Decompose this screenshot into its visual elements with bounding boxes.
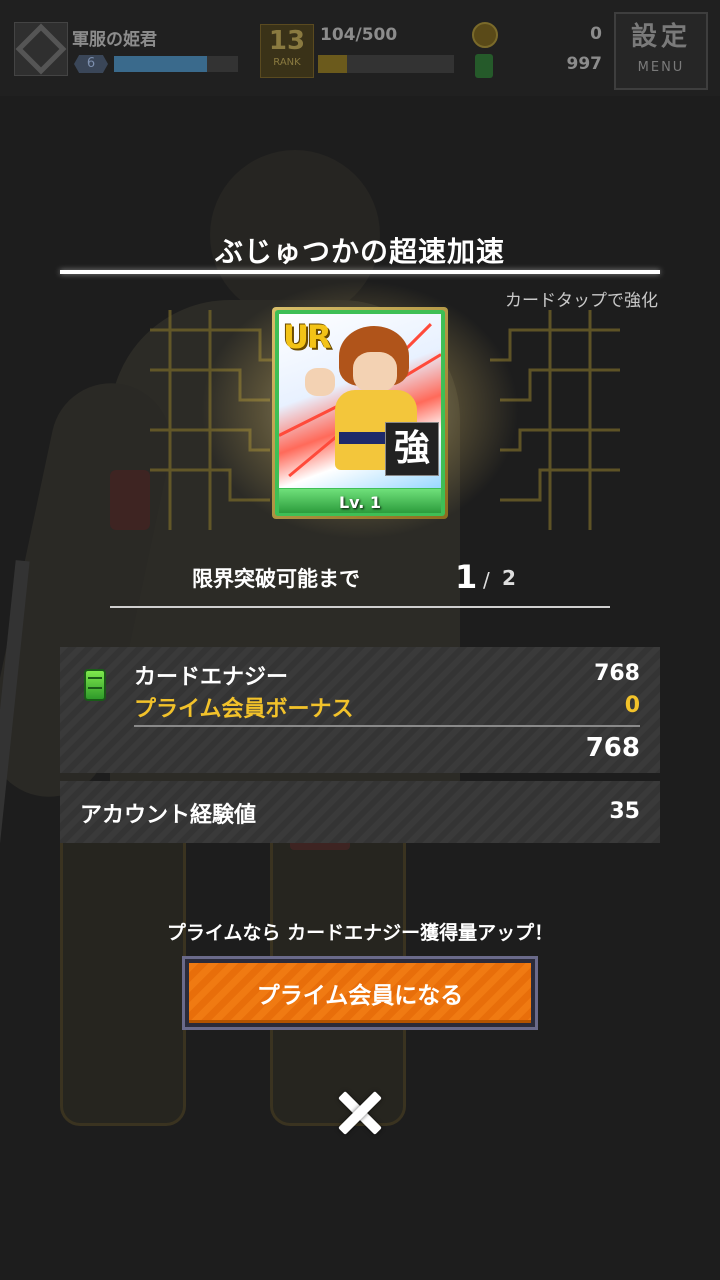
account-exp-value: 35 <box>609 799 640 824</box>
card-level: Lv. 1 <box>338 493 382 512</box>
become-prime-button[interactable]: プライム会員になる <box>182 956 538 1030</box>
prime-bonus-value: 0 <box>624 693 640 718</box>
player-level-badge: 6 <box>74 55 108 73</box>
rank-number: 13 <box>268 26 306 56</box>
player-name: 軍服の姫君 <box>72 30 157 50</box>
character-fist <box>305 368 335 396</box>
energy-jar-icon <box>84 669 106 701</box>
prime-promo-text: プライムなら カードエナジー獲得量アップ！ <box>166 922 554 944</box>
status-bar: 軍服の姫君 6 13 RANK 104/500 0 997 設定 MENU <box>0 0 720 96</box>
coin-count: 0 <box>590 24 602 44</box>
card-energy-total: 768 <box>585 733 640 763</box>
guild-emblem-icon[interactable] <box>14 22 68 76</box>
rank-exp-text: 104/500 <box>320 25 398 45</box>
card-energy-panel: カードエナジー 768 プライム会員ボーナス 0 768 <box>60 647 660 773</box>
rank-badge: 13 RANK <box>260 24 314 78</box>
menu-kanji: 設定 <box>630 22 691 52</box>
limit-break-current: 1 <box>455 558 478 596</box>
bg-detail <box>110 470 150 530</box>
dialog-title: ぶじゅつかの超速加速 <box>214 235 505 268</box>
player-level-bar <box>114 56 238 72</box>
limit-break-label: 限界突破可能まで <box>192 567 360 591</box>
menu-label: MENU <box>637 60 685 75</box>
panel-divider <box>134 725 640 727</box>
coin-icon <box>472 22 498 48</box>
account-exp-panel: アカウント経験値 35 <box>60 781 660 843</box>
account-exp-label: アカウント経験値 <box>80 803 257 828</box>
menu-button[interactable]: 設定 MENU <box>614 12 708 90</box>
energy-jar-icon <box>475 54 493 78</box>
limit-break-separator: / <box>483 568 490 592</box>
skill-card[interactable]: UR 強 Lv. 1 <box>272 307 448 519</box>
limit-break-max: 2 <box>502 566 516 590</box>
energy-count: 997 <box>566 54 603 74</box>
card-energy-value: 768 <box>594 661 640 686</box>
rank-label: RANK <box>273 57 301 68</box>
rank-exp-bar <box>318 55 454 73</box>
prime-button-label: プライム会員になる <box>189 963 531 1023</box>
close-icon[interactable] <box>330 1084 390 1144</box>
title-divider <box>60 270 660 274</box>
prime-bonus-label: プライム会員ボーナス <box>134 697 354 722</box>
rarity-label: UR <box>283 318 332 356</box>
enhance-badge: 強 <box>385 422 439 476</box>
card-energy-label: カードエナジー <box>134 665 289 690</box>
character-face <box>353 352 397 392</box>
bg-leg-left <box>60 820 186 1126</box>
limit-break-divider <box>110 606 610 608</box>
